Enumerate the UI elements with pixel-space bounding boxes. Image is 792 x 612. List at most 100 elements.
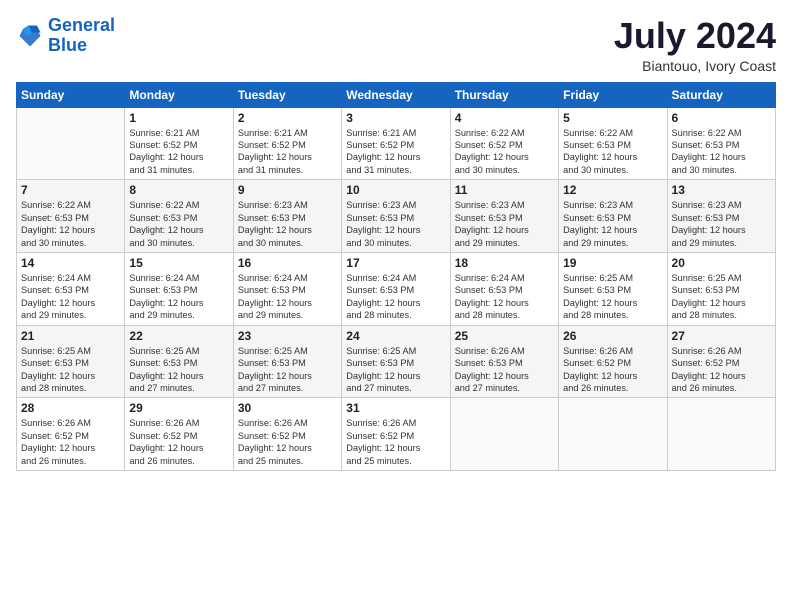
day-number: 1 bbox=[129, 111, 228, 125]
day-info: Sunrise: 6:26 AM Sunset: 6:53 PM Dayligh… bbox=[455, 345, 554, 395]
day-number: 4 bbox=[455, 111, 554, 125]
calendar-cell: 20 Sunrise: 6:25 AM Sunset: 6:53 PM Dayli… bbox=[667, 252, 775, 325]
day-info: Sunrise: 6:21 AM Sunset: 6:52 PM Dayligh… bbox=[129, 127, 228, 177]
calendar-cell: 11 Sunrise: 6:23 AM Sunset: 6:53 PM Dayli… bbox=[450, 180, 558, 253]
day-header-tuesday: Tuesday bbox=[233, 82, 341, 107]
day-info: Sunrise: 6:21 AM Sunset: 6:52 PM Dayligh… bbox=[346, 127, 445, 177]
day-info: Sunrise: 6:23 AM Sunset: 6:53 PM Dayligh… bbox=[346, 199, 445, 249]
day-header-monday: Monday bbox=[125, 82, 233, 107]
day-info: Sunrise: 6:25 AM Sunset: 6:53 PM Dayligh… bbox=[21, 345, 120, 395]
day-info: Sunrise: 6:26 AM Sunset: 6:52 PM Dayligh… bbox=[238, 417, 337, 467]
day-info: Sunrise: 6:24 AM Sunset: 6:53 PM Dayligh… bbox=[238, 272, 337, 322]
day-info: Sunrise: 6:22 AM Sunset: 6:53 PM Dayligh… bbox=[129, 199, 228, 249]
calendar-cell: 3 Sunrise: 6:21 AM Sunset: 6:52 PM Daylig… bbox=[342, 107, 450, 180]
day-number: 9 bbox=[238, 183, 337, 197]
logo: General Blue bbox=[16, 16, 115, 56]
calendar-cell: 2 Sunrise: 6:21 AM Sunset: 6:52 PM Daylig… bbox=[233, 107, 341, 180]
calendar-cell bbox=[17, 107, 125, 180]
calendar-cell: 16Sunrise: 6:24 AM Sunset: 6:53 PM Dayli… bbox=[233, 252, 341, 325]
day-number: 24 bbox=[346, 329, 445, 343]
day-number: 23 bbox=[238, 329, 337, 343]
day-info: Sunrise: 6:26 AM Sunset: 6:52 PM Dayligh… bbox=[346, 417, 445, 467]
calendar-header: SundayMondayTuesdayWednesdayThursdayFrid… bbox=[17, 82, 776, 107]
day-info: Sunrise: 6:25 AM Sunset: 6:53 PM Dayligh… bbox=[129, 345, 228, 395]
calendar-cell: 5 Sunrise: 6:22 AM Sunset: 6:53 PM Daylig… bbox=[559, 107, 667, 180]
calendar-cell: 26Sunrise: 6:26 AM Sunset: 6:52 PM Dayli… bbox=[559, 325, 667, 398]
logo-line1: General bbox=[48, 15, 115, 35]
day-info: Sunrise: 6:25 AM Sunset: 6:53 PM Dayligh… bbox=[346, 345, 445, 395]
day-number: 25 bbox=[455, 329, 554, 343]
day-number: 3 bbox=[346, 111, 445, 125]
location: Biantouo, Ivory Coast bbox=[614, 58, 776, 74]
day-number: 12 bbox=[563, 183, 662, 197]
calendar-cell bbox=[667, 398, 775, 471]
calendar-cell: 30 Sunrise: 6:26 AM Sunset: 6:52 PM Dayli… bbox=[233, 398, 341, 471]
day-number: 27 bbox=[672, 329, 771, 343]
calendar-cell: 13Sunrise: 6:23 AM Sunset: 6:53 PM Dayli… bbox=[667, 180, 775, 253]
day-info: Sunrise: 6:21 AM Sunset: 6:52 PM Dayligh… bbox=[238, 127, 337, 177]
header-row: SundayMondayTuesdayWednesdayThursdayFrid… bbox=[17, 82, 776, 107]
calendar-cell: 6Sunrise: 6:22 AM Sunset: 6:53 PM Daylig… bbox=[667, 107, 775, 180]
calendar-cell: 17 Sunrise: 6:24 AM Sunset: 6:53 PM Dayli… bbox=[342, 252, 450, 325]
day-number: 20 bbox=[672, 256, 771, 270]
day-info: Sunrise: 6:24 AM Sunset: 6:53 PM Dayligh… bbox=[455, 272, 554, 322]
logo-line2: Blue bbox=[48, 35, 87, 55]
day-number: 21 bbox=[21, 329, 120, 343]
day-number: 5 bbox=[563, 111, 662, 125]
day-info: Sunrise: 6:26 AM Sunset: 6:52 PM Dayligh… bbox=[129, 417, 228, 467]
day-number: 22 bbox=[129, 329, 228, 343]
calendar-cell: 15Sunrise: 6:24 AM Sunset: 6:53 PM Dayli… bbox=[125, 252, 233, 325]
calendar-cell: 31Sunrise: 6:26 AM Sunset: 6:52 PM Dayli… bbox=[342, 398, 450, 471]
day-info: Sunrise: 6:25 AM Sunset: 6:53 PM Dayligh… bbox=[672, 272, 771, 322]
calendar-cell: 19 Sunrise: 6:25 AM Sunset: 6:53 PM Dayli… bbox=[559, 252, 667, 325]
calendar-cell: 24 Sunrise: 6:25 AM Sunset: 6:53 PM Dayli… bbox=[342, 325, 450, 398]
day-info: Sunrise: 6:22 AM Sunset: 6:53 PM Dayligh… bbox=[21, 199, 120, 249]
logo-text: General Blue bbox=[48, 16, 115, 56]
calendar-cell: 28Sunrise: 6:26 AM Sunset: 6:52 PM Dayli… bbox=[17, 398, 125, 471]
header: General Blue July 2024 Biantouo, Ivory C… bbox=[16, 16, 776, 74]
calendar-cell: 21 Sunrise: 6:25 AM Sunset: 6:53 PM Dayli… bbox=[17, 325, 125, 398]
day-number: 17 bbox=[346, 256, 445, 270]
day-info: Sunrise: 6:23 AM Sunset: 6:53 PM Dayligh… bbox=[672, 199, 771, 249]
day-header-sunday: Sunday bbox=[17, 82, 125, 107]
calendar-cell: 18Sunrise: 6:24 AM Sunset: 6:53 PM Dayli… bbox=[450, 252, 558, 325]
calendar-cell: 8 Sunrise: 6:22 AM Sunset: 6:53 PM Daylig… bbox=[125, 180, 233, 253]
day-number: 10 bbox=[346, 183, 445, 197]
day-info: Sunrise: 6:23 AM Sunset: 6:53 PM Dayligh… bbox=[455, 199, 554, 249]
page-container: General Blue July 2024 Biantouo, Ivory C… bbox=[0, 0, 792, 479]
day-number: 15 bbox=[129, 256, 228, 270]
day-info: Sunrise: 6:22 AM Sunset: 6:52 PM Dayligh… bbox=[455, 127, 554, 177]
day-number: 2 bbox=[238, 111, 337, 125]
day-number: 29 bbox=[129, 401, 228, 415]
day-number: 8 bbox=[129, 183, 228, 197]
day-info: Sunrise: 6:24 AM Sunset: 6:53 PM Dayligh… bbox=[21, 272, 120, 322]
calendar-week-2: 14 Sunrise: 6:24 AM Sunset: 6:53 PM Dayli… bbox=[17, 252, 776, 325]
day-header-thursday: Thursday bbox=[450, 82, 558, 107]
day-info: Sunrise: 6:22 AM Sunset: 6:53 PM Dayligh… bbox=[672, 127, 771, 177]
logo-icon bbox=[16, 22, 44, 50]
calendar-cell: 29 Sunrise: 6:26 AM Sunset: 6:52 PM Dayli… bbox=[125, 398, 233, 471]
day-info: Sunrise: 6:25 AM Sunset: 6:53 PM Dayligh… bbox=[238, 345, 337, 395]
title-block: July 2024 Biantouo, Ivory Coast bbox=[614, 16, 776, 74]
day-number: 30 bbox=[238, 401, 337, 415]
calendar-cell bbox=[559, 398, 667, 471]
calendar-cell: 12Sunrise: 6:23 AM Sunset: 6:53 PM Dayli… bbox=[559, 180, 667, 253]
day-info: Sunrise: 6:26 AM Sunset: 6:52 PM Dayligh… bbox=[563, 345, 662, 395]
calendar-cell: 25 Sunrise: 6:26 AM Sunset: 6:53 PM Dayli… bbox=[450, 325, 558, 398]
calendar-week-3: 21 Sunrise: 6:25 AM Sunset: 6:53 PM Dayli… bbox=[17, 325, 776, 398]
day-number: 19 bbox=[563, 256, 662, 270]
day-number: 28 bbox=[21, 401, 120, 415]
day-header-saturday: Saturday bbox=[667, 82, 775, 107]
calendar-cell: 14 Sunrise: 6:24 AM Sunset: 6:53 PM Dayli… bbox=[17, 252, 125, 325]
day-number: 11 bbox=[455, 183, 554, 197]
day-info: Sunrise: 6:25 AM Sunset: 6:53 PM Dayligh… bbox=[563, 272, 662, 322]
day-header-friday: Friday bbox=[559, 82, 667, 107]
calendar-cell: 7 Sunrise: 6:22 AM Sunset: 6:53 PM Daylig… bbox=[17, 180, 125, 253]
day-number: 14 bbox=[21, 256, 120, 270]
day-info: Sunrise: 6:22 AM Sunset: 6:53 PM Dayligh… bbox=[563, 127, 662, 177]
calendar-cell: 27 Sunrise: 6:26 AM Sunset: 6:52 PM Dayli… bbox=[667, 325, 775, 398]
day-number: 7 bbox=[21, 183, 120, 197]
day-info: Sunrise: 6:26 AM Sunset: 6:52 PM Dayligh… bbox=[672, 345, 771, 395]
calendar-cell: 1 Sunrise: 6:21 AM Sunset: 6:52 PM Daylig… bbox=[125, 107, 233, 180]
day-info: Sunrise: 6:24 AM Sunset: 6:53 PM Dayligh… bbox=[346, 272, 445, 322]
